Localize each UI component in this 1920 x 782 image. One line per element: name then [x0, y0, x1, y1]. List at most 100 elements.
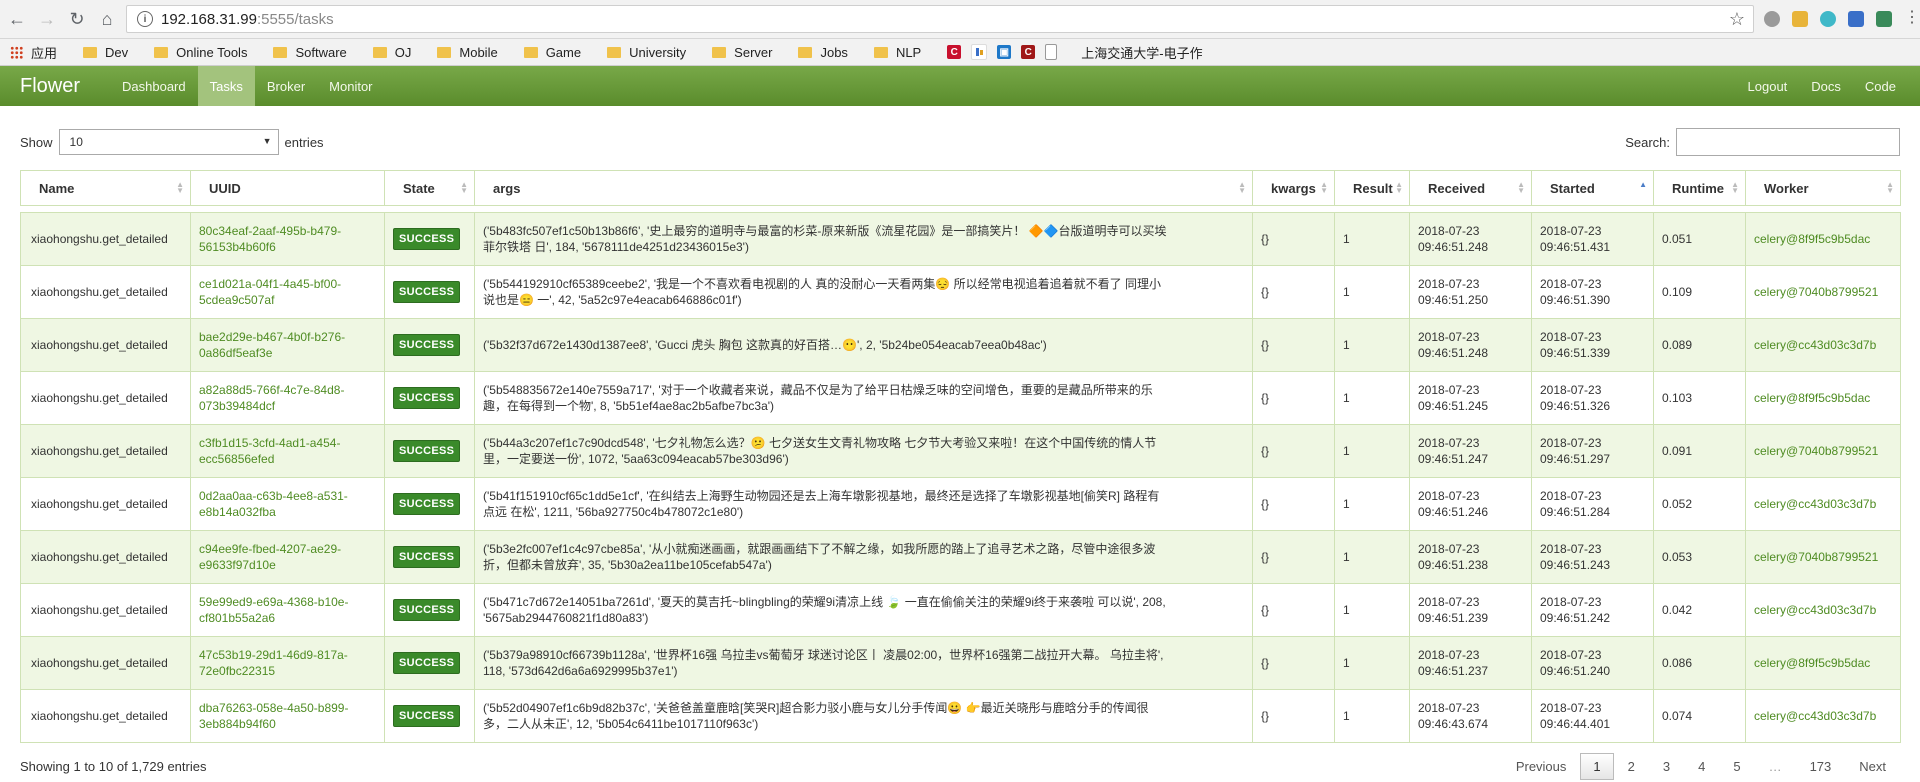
bookmark-page-icon[interactable] [1045, 44, 1058, 60]
worker-link[interactable]: celery@8f9f5c9b5dac [1754, 232, 1870, 246]
started-time: 09:46:51.390 [1540, 293, 1611, 307]
back-icon[interactable]: ← [4, 6, 30, 32]
extension-notes-icon[interactable] [1792, 11, 1808, 27]
worker-link[interactable]: celery@7040b8799521 [1754, 285, 1878, 299]
bookmark-folder-oj[interactable]: OJ [372, 45, 411, 60]
bookmark-c-dark-icon[interactable]: C [1021, 45, 1036, 59]
page-1[interactable]: 1 [1580, 752, 1614, 780]
header-label: Received [1428, 180, 1486, 196]
page-next[interactable]: Next [1845, 754, 1900, 779]
col-header-uuid[interactable]: UUID [190, 170, 385, 206]
col-header-runtime[interactable]: Runtime ▲ ▼ [1653, 170, 1746, 206]
extension-circle-icon[interactable] [1764, 11, 1780, 27]
folder-icon [83, 46, 98, 58]
uuid-link[interactable]: 80c34eaf-2aaf-495b-b479- 56153b4b60f6 [199, 224, 341, 254]
page-previous[interactable]: Previous [1502, 754, 1581, 779]
brand-logo[interactable]: Flower [20, 75, 80, 98]
menu-dots-icon[interactable]: ⋮ [1904, 10, 1920, 27]
folder-icon [712, 46, 727, 58]
nav-docs[interactable]: Docs [1799, 66, 1853, 106]
bookmark-blue-icon[interactable]: ▣ [997, 45, 1012, 59]
kwargs-value: {} [1261, 603, 1270, 617]
page-4[interactable]: 4 [1684, 754, 1719, 779]
col-header-kwargs[interactable]: kwargs ▲ ▼ [1252, 170, 1335, 206]
col-header-started[interactable]: Started ▲ [1531, 170, 1654, 206]
task-name-cell: xiaohongshu.get_detailed [20, 265, 191, 319]
worker-link[interactable]: celery@7040b8799521 [1754, 550, 1878, 564]
bookmark-folder-jobs[interactable]: Jobs [798, 45, 848, 60]
started-cell: 2018-07-23 09:46:51.243 [1531, 530, 1654, 584]
col-header-args[interactable]: args ▲ ▼ [474, 170, 1253, 206]
bookmark-folder-game[interactable]: Game [523, 45, 581, 60]
uuid-link[interactable]: 0d2aa0aa-c63b-4ee8-a531- e8b14a032fba [199, 489, 348, 519]
worker-link[interactable]: celery@cc43d03c3d7b [1754, 709, 1876, 723]
worker-link[interactable]: celery@cc43d03c3d7b [1754, 497, 1876, 511]
nav-broker[interactable]: Broker [255, 66, 317, 106]
page-2[interactable]: 2 [1614, 754, 1649, 779]
received-time: 09:46:51.247 [1418, 452, 1489, 466]
state-cell: SUCCESS [384, 636, 475, 690]
page-5[interactable]: 5 [1719, 754, 1754, 779]
uuid-link[interactable]: a82a88d5-766f-4c7e-84d8- 073b39484dcf [199, 383, 344, 413]
reload-icon[interactable]: ↻ [64, 6, 90, 32]
entries-select[interactable]: 10 ▼ [58, 129, 279, 155]
col-header-worker[interactable]: Worker ▲ ▼ [1745, 170, 1901, 206]
status-badge: SUCCESS [393, 705, 461, 727]
extension-mortarboard-icon[interactable] [1848, 11, 1864, 27]
started-time: 09:46:51.326 [1540, 399, 1611, 413]
bookmark-folder-online-tools[interactable]: Online Tools [154, 45, 247, 60]
uuid-link[interactable]: ce1d021a-04f1-4a45-bf00- 5cdea9c507af [199, 277, 341, 307]
bookmark-folder-mobile[interactable]: Mobile [437, 45, 498, 60]
forward-icon[interactable]: → [34, 6, 60, 32]
state-cell: SUCCESS [384, 689, 475, 743]
bookmark-folder-university[interactable]: University [607, 45, 686, 60]
search-input[interactable] [1676, 128, 1900, 156]
uuid-link[interactable]: 59e99ed9-e69a-4368-b10e-cf801b55a2a6 [199, 595, 348, 625]
nav-logout[interactable]: Logout [1736, 66, 1800, 106]
address-bar[interactable]: i 192.168.31.99:5555/tasks ☆ [126, 5, 1754, 33]
worker-link[interactable]: celery@8f9f5c9b5dac [1754, 391, 1870, 405]
bookmark-apps[interactable]: 应用 [0, 43, 57, 62]
bookmark-label: Software [295, 44, 347, 60]
extension-translate-icon[interactable] [1820, 11, 1836, 27]
page-173[interactable]: 173 [1796, 754, 1846, 779]
worker-link[interactable]: celery@8f9f5c9b5dac [1754, 656, 1870, 670]
uuid-part: 56153b4b60f6 [199, 240, 276, 254]
uuid-link[interactable]: c94ee9fe-fbed-4207-ae29- e9633f97d10e [199, 542, 341, 572]
bookmark-folder-nlp[interactable]: NLP [873, 45, 921, 60]
nav-dashboard[interactable]: Dashboard [110, 66, 198, 106]
bookmark-folder-dev[interactable]: Dev [83, 45, 128, 60]
bookmark-folder-server[interactable]: Server [712, 45, 772, 60]
sort-asc-icon: ▲ [1639, 180, 1647, 189]
kwargs-cell: {} [1252, 636, 1335, 690]
bookmark-sjtu[interactable]: 上海交通大学-电子作 [1081, 43, 1202, 62]
args-line: ('5b483fc507ef1c50b13b86f6', '史上最穷的道明寺与最… [483, 224, 1167, 238]
args-line: ('5b548835672e140e7559a717', '对于一个收藏者来说，… [483, 383, 1153, 397]
received-cell: 2018-07-23 09:46:51.246 [1409, 477, 1532, 531]
bookmark-folder-software[interactable]: Software [273, 44, 347, 60]
worker-link[interactable]: celery@cc43d03c3d7b [1754, 603, 1876, 617]
extension-s-icon[interactable] [1876, 11, 1892, 27]
uuid-link[interactable]: bae2d29e-b467-4b0f-b276- 0a86df5eaf3e [199, 330, 345, 360]
uuid-link[interactable]: dba76263-058e-4a50-b899- 3eb884b94f60 [199, 701, 348, 731]
home-icon[interactable]: ⌂ [94, 6, 120, 32]
nav-monitor[interactable]: Monitor [317, 66, 384, 106]
col-header-name[interactable]: Name ▲ ▼ [20, 170, 191, 206]
col-header-received[interactable]: Received ▲ ▼ [1409, 170, 1532, 206]
bookmark-star-icon[interactable]: ☆ [1729, 9, 1745, 30]
worker-link[interactable]: celery@7040b8799521 [1754, 444, 1878, 458]
page-3[interactable]: 3 [1649, 754, 1684, 779]
nav-code[interactable]: Code [1853, 66, 1908, 106]
nav-tasks[interactable]: Tasks [197, 66, 255, 106]
kwargs-value: {} [1261, 444, 1270, 458]
col-header-result[interactable]: Result ▲ ▼ [1334, 170, 1410, 206]
uuid-link[interactable]: 47c53b19-29d1-46d9-817a- 72e0fbc22315 [199, 648, 348, 678]
info-icon[interactable]: i [137, 11, 153, 27]
uuid-link[interactable]: c3fb1d15-3cfd-4ad1-a454- ecc56856efed [199, 436, 340, 466]
col-header-state[interactable]: State ▲ ▼ [384, 170, 475, 206]
uuid-cell: ce1d021a-04f1-4a45-bf00- 5cdea9c507af [190, 265, 385, 319]
bookmark-c-red-icon[interactable]: C [947, 45, 962, 59]
args-cell: ('5b52d04907ef1c6b9d82b37c', '关爸爸盖童鹿晗[笑哭… [474, 689, 1253, 743]
worker-link[interactable]: celery@cc43d03c3d7b [1754, 338, 1876, 352]
bookmark-chart-icon[interactable] [971, 44, 988, 60]
